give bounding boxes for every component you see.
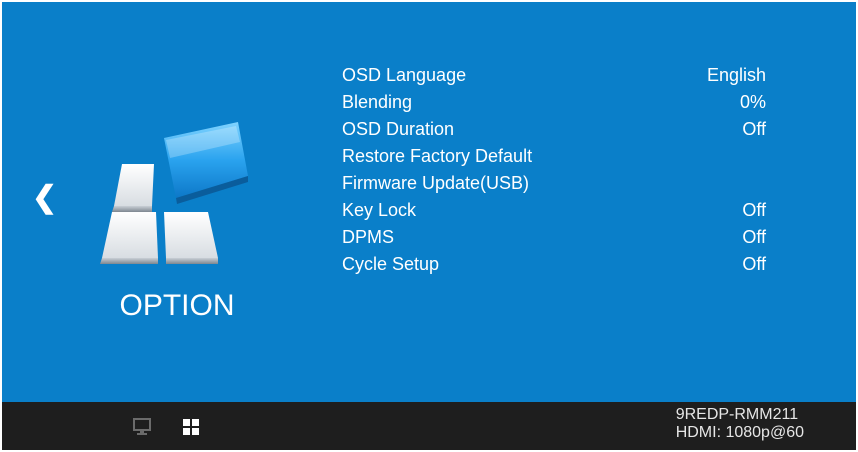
menu-item-label: Firmware Update(USB) (342, 173, 530, 193)
menu-item-blending[interactable]: Blending 0% (342, 89, 772, 116)
menu-item-dpms[interactable]: DPMS Off (342, 224, 772, 251)
monitor-icon[interactable] (133, 418, 151, 436)
menu-item-firmware-update[interactable]: Firmware Update(USB) (342, 170, 772, 197)
menu-item-label: OSD Language (342, 65, 467, 85)
menu-item-cycle-setup[interactable]: Cycle Setup Off (342, 251, 772, 278)
menu-item-label: Blending (342, 92, 413, 112)
menu-item-osd-language[interactable]: OSD Language English (342, 62, 772, 89)
menu-item-label: DPMS (342, 227, 395, 247)
menu-item-label: Key Lock (342, 200, 417, 220)
grid-icon[interactable] (182, 418, 200, 436)
menu-item-value: English (706, 65, 766, 85)
osd-window: ❮ OPTION OSD Language English Blending 0… (2, 2, 856, 450)
option-blocks-icon (100, 122, 248, 264)
menu-item-key-lock[interactable]: Key Lock Off (342, 197, 772, 224)
menu-item-value: Off (742, 200, 766, 220)
chevron-left-icon[interactable]: ❮ (32, 180, 57, 216)
menu-item-label: Restore Factory Default (342, 146, 533, 166)
model-name: 9REDP-RMM211 (675, 406, 799, 423)
menu-item-restore-factory-default[interactable]: Restore Factory Default (342, 143, 772, 170)
category-title: OPTION (119, 289, 235, 322)
settings-menu: OSD Language English Blending 0% OSD Dur… (342, 62, 772, 278)
menu-item-value: 0% (739, 92, 766, 112)
menu-item-value: Off (742, 254, 766, 274)
menu-item-osd-duration[interactable]: OSD Duration Off (342, 116, 772, 143)
menu-item-label: Cycle Setup (342, 254, 440, 274)
menu-item-value: Off (742, 119, 766, 139)
model-info: 9REDP-RMM211 HDMI: 1080p@60 (676, 406, 804, 442)
signal-info: HDMI: 1080p@60 (675, 424, 804, 441)
status-bar: 9REDP-RMM211 HDMI: 1080p@60 (2, 402, 856, 450)
menu-item-label: OSD Duration (342, 119, 455, 139)
menu-item-value: Off (742, 227, 766, 247)
